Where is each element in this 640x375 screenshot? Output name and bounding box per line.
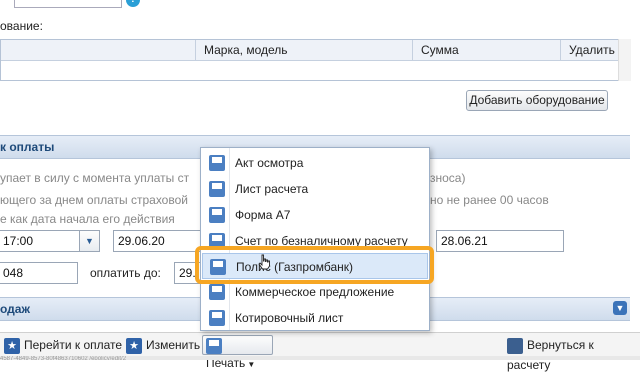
help-icon[interactable]: ?: [126, 0, 140, 7]
document-icon: [209, 155, 225, 171]
go-to-payment-button[interactable]: ★ Перейти к оплате: [4, 335, 122, 355]
calculator-icon: [507, 337, 523, 354]
menu-item-quotation-sheet[interactable]: Котировочный лист: [202, 305, 428, 331]
edit-label: Изменить: [146, 338, 201, 352]
payment-section-title: к оплаты: [0, 140, 55, 154]
print-menu: Акт осмотра Лист расчета Форма А7 Счет п…: [200, 147, 430, 331]
menu-item-form-a7[interactable]: Форма А7: [202, 202, 428, 228]
end-date-field[interactable]: 28.06.21: [436, 230, 564, 252]
edit-button[interactable]: ★ Изменить: [126, 335, 200, 355]
document-icon: [209, 207, 225, 223]
payment-info-text: упает в силу с момента уплаты ст: [0, 171, 190, 185]
print-button[interactable]: Печать ▼: [202, 335, 273, 370]
column-header-name: [1, 40, 196, 61]
pay-until-label: оплатить до:: [90, 266, 161, 280]
menu-item-label: Котировочный лист: [235, 311, 344, 325]
star-icon: ★: [126, 337, 142, 354]
equipment-table: Марка, модель Сумма Удалить: [0, 39, 620, 81]
menu-item-label: Лист расчета: [235, 182, 309, 196]
equipment-label: ование:: [0, 19, 43, 33]
payment-info-text: е как дата начала его действия: [0, 212, 175, 226]
highlight-frame: [195, 246, 434, 284]
menu-item-label: Форма А7: [235, 208, 291, 222]
menu-item-inspection-act[interactable]: Акт осмотра: [202, 150, 428, 176]
printer-icon: [206, 337, 222, 354]
chevron-down-icon[interactable]: ▼: [80, 230, 100, 252]
collapse-icon[interactable]: ▼: [613, 301, 627, 315]
add-equipment-button[interactable]: Добавить оборудование: [466, 90, 608, 111]
top-input-field[interactable]: [14, 0, 122, 8]
menu-item-calculation-sheet[interactable]: Лист расчета: [202, 176, 428, 202]
time-select[interactable]: 17:00: [0, 230, 80, 252]
document-icon: [209, 284, 225, 300]
return-to-calc-button[interactable]: Вернуться к расчету: [507, 335, 640, 372]
go-to-payment-label: Перейти к оплате: [24, 338, 123, 352]
payment-info-text: но не ранее 00 часов: [430, 193, 549, 207]
document-icon: [209, 310, 225, 326]
payment-info-text: ющего за днем оплаты страховой: [0, 193, 188, 207]
payment-info-text: зноса): [430, 171, 466, 185]
document-icon: [209, 181, 225, 197]
status-line: 4587-4849-8573-80f4863710602 /epolicy/ed…: [0, 356, 640, 360]
table-scrollbar[interactable]: [618, 39, 631, 81]
star-icon: ★: [4, 337, 20, 354]
column-header-delete: Удалить: [561, 40, 619, 61]
amount-field[interactable]: 048: [0, 262, 78, 284]
hand-cursor-icon: [258, 254, 270, 270]
column-header-model: Марка, модель: [196, 40, 413, 61]
sales-section-title: одаж: [0, 302, 30, 316]
menu-item-label: Акт осмотра: [235, 156, 304, 170]
column-header-sum: Сумма: [413, 40, 561, 61]
start-date-field[interactable]: 29.06.20: [113, 230, 201, 252]
bottom-toolbar: ★ Перейти к оплате ★ Изменить Печать ▼ Верн…: [0, 332, 640, 372]
caret-down-icon: ▼: [247, 360, 256, 369]
